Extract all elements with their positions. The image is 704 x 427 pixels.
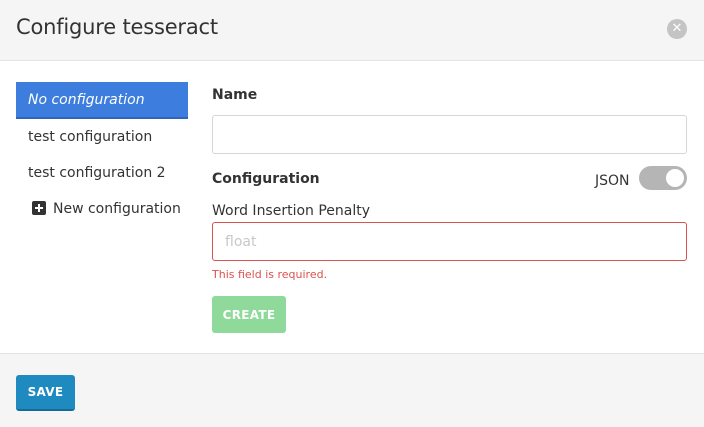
new-configuration-label: New configuration	[53, 201, 181, 217]
modal-title: Configure tesseract	[16, 15, 218, 39]
plus-square-icon	[32, 201, 46, 215]
configure-modal: Configure tesseract ✕ No configuration t…	[0, 0, 704, 427]
sidebar-item-test-configuration[interactable]: test configuration	[16, 119, 188, 155]
sidebar-item-label: test configuration 2	[28, 165, 166, 181]
configuration-list: No configuration test configuration test…	[16, 82, 188, 227]
name-label: Name	[212, 87, 258, 103]
field-error-message: This field is required.	[212, 268, 328, 281]
name-input[interactable]	[212, 115, 687, 154]
json-label: JSON	[595, 173, 630, 189]
word-insertion-penalty-input[interactable]	[212, 222, 687, 261]
modal-header: Configure tesseract ✕	[0, 0, 704, 61]
configuration-label: Configuration	[212, 171, 320, 187]
toggle-knob	[666, 169, 684, 187]
create-button[interactable]: CREATE	[212, 296, 286, 333]
modal-footer: SAVE	[0, 353, 704, 427]
sidebar-item-label: No configuration	[28, 92, 145, 108]
close-icon[interactable]: ✕	[667, 19, 687, 39]
json-toggle[interactable]	[639, 166, 687, 190]
sidebar-item-label: test configuration	[28, 129, 153, 145]
new-configuration-button[interactable]: New configuration	[16, 191, 188, 227]
save-button[interactable]: SAVE	[16, 375, 75, 411]
word-insertion-penalty-label: Word Insertion Penalty	[212, 203, 371, 219]
sidebar-item-no-configuration[interactable]: No configuration	[16, 82, 188, 119]
sidebar-item-test-configuration-2[interactable]: test configuration 2	[16, 155, 188, 191]
